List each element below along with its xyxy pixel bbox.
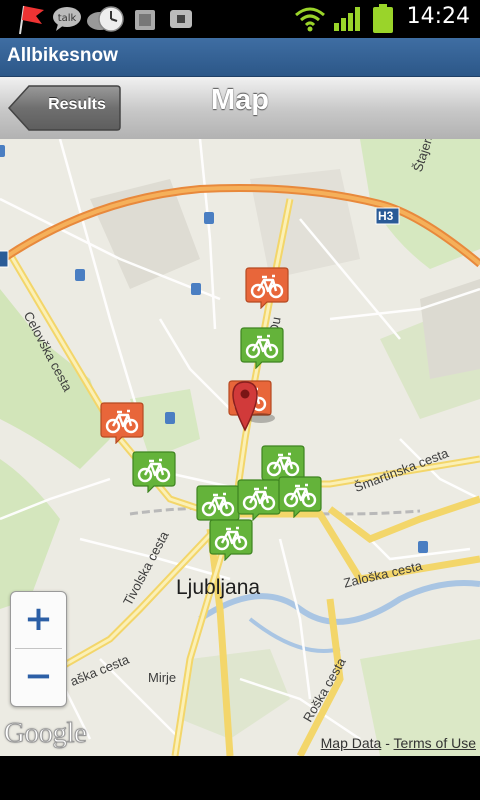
bike-station-marker[interactable] <box>240 327 284 370</box>
sd-card-icon <box>135 10 155 30</box>
back-button[interactable]: Results <box>7 85 121 131</box>
bike-station-marker[interactable] <box>209 519 253 562</box>
zoom-in-button[interactable]: + <box>11 592 66 648</box>
zoom-out-button[interactable]: − <box>11 649 66 705</box>
map-data-link[interactable]: Map Data <box>321 735 382 751</box>
bike-icon <box>245 267 289 310</box>
talk-text: talk <box>58 13 77 24</box>
map-view[interactable]: H3 Štajerska c Celovška cesta Du Šmartin… <box>0 139 480 756</box>
wifi-icon <box>295 7 325 32</box>
app-title: Allbikesnow <box>7 45 118 66</box>
signal-icon <box>334 7 360 31</box>
bike-station-marker[interactable] <box>100 402 144 445</box>
bike-icon <box>237 479 281 522</box>
clock: 14:24 <box>406 4 470 29</box>
bike-station-marker[interactable] <box>132 451 176 494</box>
bottom-bar <box>0 756 480 800</box>
map-attribution: Map Data - Terms of Use <box>321 735 476 751</box>
city-label: Ljubljana <box>176 576 261 599</box>
navigation-bar: Results Map <box>0 77 480 140</box>
bike-icon <box>278 476 322 519</box>
app-title-bar: Allbikesnow <box>0 38 480 77</box>
map-base <box>0 139 480 756</box>
location-pin-icon[interactable] <box>231 380 279 432</box>
bike-station-marker[interactable] <box>278 476 322 519</box>
bike-station-marker[interactable] <box>245 267 289 310</box>
battery-icon <box>373 4 393 33</box>
terms-of-use-link[interactable]: Terms of Use <box>394 735 476 751</box>
zoom-controls: + − <box>10 591 67 707</box>
flag-notification-icon <box>19 5 44 35</box>
sync-clock-icon <box>87 6 124 32</box>
talk-icon: talk <box>53 7 81 31</box>
bike-icon <box>100 402 144 445</box>
bike-icon <box>240 327 284 370</box>
back-button-label: Results <box>48 96 106 113</box>
status-bar: talk 14:24 <box>0 0 480 38</box>
street-label-mirje: Mirje <box>148 670 177 685</box>
lock-icon <box>170 10 192 28</box>
google-logo: Google <box>3 717 87 750</box>
highway-label: H3 <box>378 209 394 223</box>
attribution-separator: - <box>381 735 394 751</box>
bike-station-marker[interactable] <box>237 479 281 522</box>
bike-icon <box>132 451 176 494</box>
bike-icon <box>209 519 253 562</box>
